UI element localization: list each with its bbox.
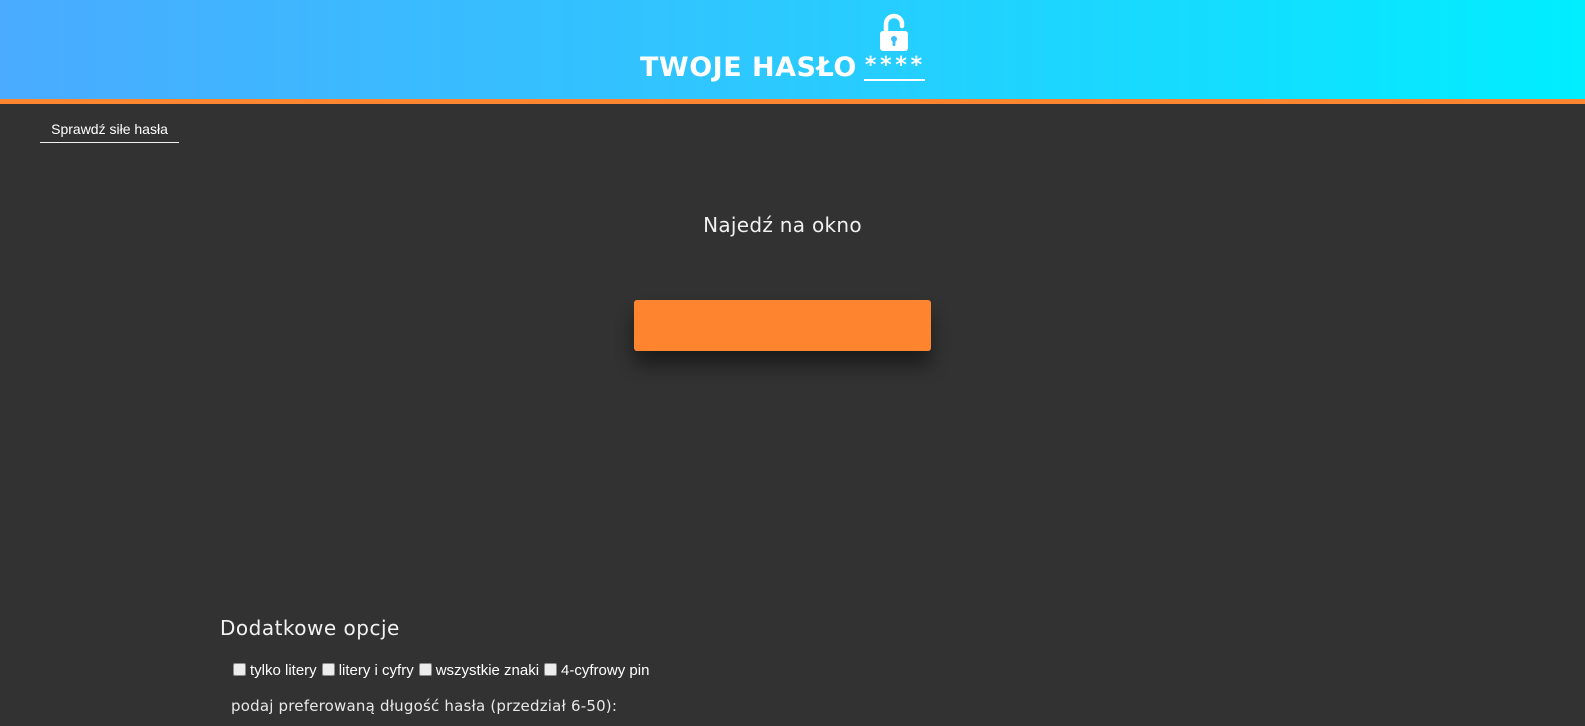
masked-password-stars: **** bbox=[864, 55, 925, 81]
option-label: litery i cyfry bbox=[338, 662, 414, 679]
hover-prompt: Najedź na okno bbox=[703, 213, 862, 237]
site-title: TWOJE HASŁO bbox=[640, 52, 857, 83]
option-all-characters[interactable]: wszystkie znaki bbox=[418, 660, 540, 680]
option-4-digit-pin[interactable]: 4-cyfrowy pin bbox=[544, 660, 649, 680]
option-label: wszystkie znaki bbox=[435, 662, 540, 679]
option-letters-only[interactable]: tylko litery bbox=[233, 660, 317, 680]
password-reveal-box[interactable] bbox=[634, 300, 931, 351]
option-letters-digits[interactable]: litery i cyfry bbox=[321, 660, 414, 680]
checkbox-letters-digits[interactable] bbox=[321, 663, 335, 676]
option-label: 4-cyfrowy pin bbox=[561, 662, 650, 679]
options-title: Dodatkowe opcje bbox=[220, 616, 400, 640]
checkbox-4-digit-pin[interactable] bbox=[544, 663, 558, 676]
checkbox-letters-only[interactable] bbox=[233, 663, 246, 676]
unlocked-padlock-icon bbox=[876, 13, 912, 53]
header-banner: TWOJE HASŁO **** bbox=[0, 0, 1585, 104]
checkbox-all-characters[interactable] bbox=[418, 663, 432, 676]
length-label: podaj preferowaną długość hasła (przedzi… bbox=[231, 697, 618, 715]
option-label: tylko litery bbox=[250, 662, 317, 679]
check-strength-link[interactable]: Sprawdź siłe hasła bbox=[40, 120, 179, 143]
options-checkbox-row: tylko litery litery i cyfry wszystkie zn… bbox=[233, 660, 654, 680]
